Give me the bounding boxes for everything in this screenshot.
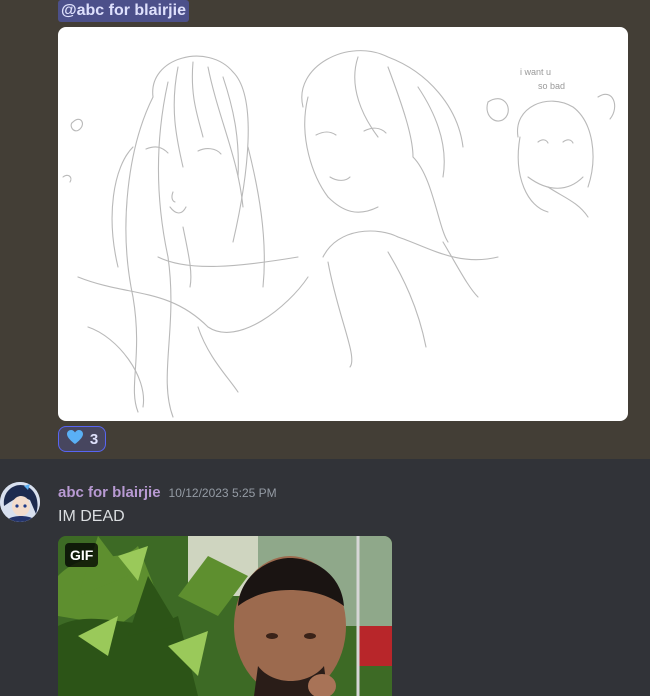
sketch-note-line1: i want u	[520, 67, 551, 77]
message-header: abc for blairjie 10/12/2023 5:25 PM	[58, 484, 277, 501]
gif-badge: GIF	[65, 543, 99, 567]
reaction-count: 3	[89, 430, 99, 448]
username[interactable]: abc for blairjie	[58, 484, 161, 501]
blue-heart-icon	[66, 429, 84, 450]
gif-preview-image	[58, 536, 392, 696]
image-attachment[interactable]: i want u so bad	[58, 27, 628, 421]
message-text: IM DEAD	[58, 508, 125, 525]
gif-embed[interactable]: GIF	[58, 536, 392, 696]
sketch-drawing: i want u so bad	[62, 50, 616, 418]
reaction-blue-heart[interactable]: 3	[58, 426, 106, 452]
timestamp: 10/12/2023 5:25 PM	[168, 486, 277, 500]
avatar[interactable]	[0, 482, 40, 522]
user-mention[interactable]: @abc for blairjie	[58, 0, 189, 22]
sketch-note-line2: so bad	[538, 81, 565, 91]
